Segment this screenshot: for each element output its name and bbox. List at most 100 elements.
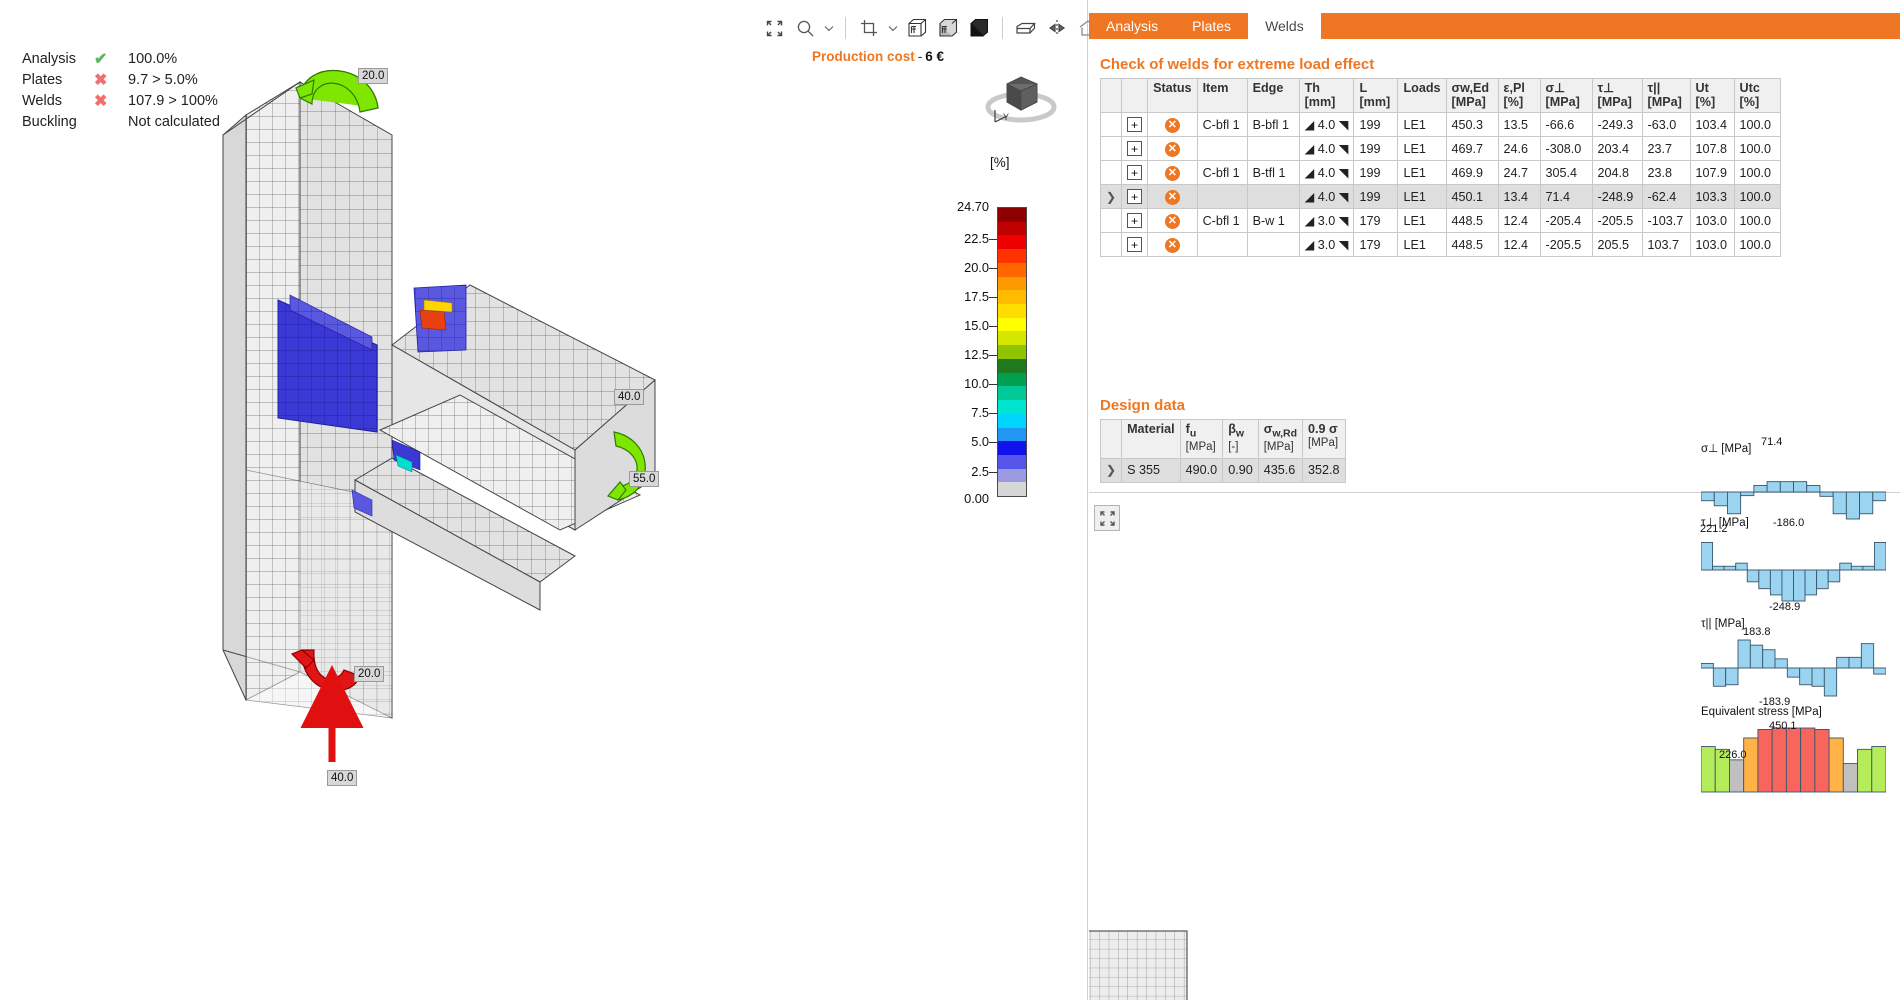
chevron-down-icon[interactable] [822, 14, 836, 42]
design-col-header[interactable]: σw,Rd[MPa] [1258, 420, 1302, 459]
welds-table[interactable]: StatusItemEdgeTh[mm]L[mm]Loadsσw,Ed[MPa]… [1100, 78, 1781, 257]
diagram-bar [1800, 668, 1812, 685]
row-plus-button[interactable]: + [1122, 113, 1148, 137]
table-row[interactable]: ❯S 355490.00.90435.6352.8 [1101, 458, 1346, 482]
cell-sigma-perp: -308.0 [1540, 137, 1592, 161]
cross-icon: ✖ [88, 91, 128, 111]
row-plus-button[interactable]: + [1122, 233, 1148, 257]
row-expand-chevron[interactable]: ❯ [1101, 185, 1122, 209]
design-col-header[interactable] [1101, 420, 1122, 459]
legend-tick-mark [989, 297, 997, 298]
diagram-bar [1775, 659, 1787, 668]
row-expand-chevron[interactable] [1101, 113, 1122, 137]
diagram-bar [1828, 570, 1840, 582]
cell-material: S 355 [1122, 458, 1181, 482]
cell-thickness: ◢ 4.0 ◥ [1299, 113, 1354, 137]
legend-band-2 [998, 235, 1026, 249]
cell-sigma-09: 352.8 [1303, 458, 1346, 482]
legend-tick-mark [989, 326, 997, 327]
welds-col-header[interactable]: L[mm] [1354, 79, 1398, 113]
cell-tau-parallel: 23.8 [1642, 161, 1690, 185]
row-expand-chevron[interactable] [1101, 209, 1122, 233]
row-plus-button[interactable]: + [1122, 137, 1148, 161]
row-expand-chevron[interactable]: ❯ [1101, 458, 1122, 482]
diagram-max-label-tau-par: 183.8 [1743, 626, 1771, 638]
solid-cube-icon[interactable] [965, 14, 993, 42]
tab-analysis[interactable]: Analysis [1089, 13, 1175, 39]
table-row[interactable]: ❯+✕ ◢ 4.0 ◥199LE1450.113.471.4-248.9-62.… [1101, 185, 1781, 209]
welds-col-header[interactable]: τ⊥[MPa] [1592, 79, 1642, 113]
summary-value-buckling: Not calculated [128, 114, 220, 130]
welds-col-header[interactable]: σw,Ed[MPa] [1446, 79, 1498, 113]
diagram-bar [1727, 492, 1740, 514]
cell-ut: 107.9 [1690, 161, 1734, 185]
cell-sigma-perp: 305.4 [1540, 161, 1592, 185]
design-col-header[interactable]: fu[MPa] [1180, 420, 1223, 459]
row-expand-chevron[interactable] [1101, 233, 1122, 257]
tab-plates[interactable]: Plates [1175, 13, 1248, 39]
table-row[interactable]: +✕ ◢ 3.0 ◥179LE1448.512.4-205.5205.5103.… [1101, 233, 1781, 257]
diagram-chart-tau-perp [1701, 531, 1886, 609]
design-col-header[interactable]: Material [1122, 420, 1181, 459]
welds-col-header[interactable]: ε,Pl[%] [1498, 79, 1540, 113]
table-row[interactable]: +✕ ◢ 4.0 ◥199LE1469.724.6-308.0203.423.7… [1101, 137, 1781, 161]
welds-col-header[interactable]: Utc[%] [1734, 79, 1780, 113]
welds-col-header[interactable] [1122, 79, 1148, 113]
design-col-header[interactable]: βw[-] [1223, 420, 1259, 459]
row-expand-chevron[interactable] [1101, 161, 1122, 185]
welds-col-header[interactable]: Loads [1398, 79, 1446, 113]
cell-item: C-bfl 1 [1197, 161, 1247, 185]
perspective-view-icon[interactable] [1012, 14, 1040, 42]
welds-col-header[interactable]: Status [1148, 79, 1198, 113]
welds-col-header[interactable] [1101, 79, 1122, 113]
results-tabbar[interactable]: Analysis Plates Welds [1089, 13, 1900, 39]
cell-sigma-perp: -66.6 [1540, 113, 1592, 137]
tab-welds[interactable]: Welds [1248, 13, 1321, 39]
load-label-moment-right: 40.0 [614, 389, 644, 405]
welds-col-header[interactable]: σ⊥[MPa] [1540, 79, 1592, 113]
view-toolbar[interactable] [760, 14, 1102, 42]
legend-tick-mark [989, 268, 997, 269]
load-label-moment-lower: 55.0 [629, 471, 659, 487]
row-expand-chevron[interactable] [1101, 137, 1122, 161]
welds-col-header[interactable]: Ut[%] [1690, 79, 1734, 113]
chevron-down-icon[interactable] [886, 14, 900, 42]
diagram-bar [1840, 563, 1852, 570]
welds-col-header[interactable]: Edge [1247, 79, 1299, 113]
load-label-force-bottom: 40.0 [327, 770, 357, 786]
diagram-min-label-tau-perp: -248.9 [1769, 601, 1800, 613]
diagram-bar [1849, 657, 1861, 668]
cell-length: 199 [1354, 185, 1398, 209]
welds-col-header[interactable]: Th[mm] [1299, 79, 1354, 113]
diagram-bar [1807, 485, 1820, 492]
row-plus-button[interactable]: + [1122, 209, 1148, 233]
cell-beta-w: 0.90 [1223, 458, 1259, 482]
design-col-header[interactable]: 0.9 σ[MPa] [1303, 420, 1346, 459]
design-data-table[interactable]: Materialfu[MPa]βw[-]σw,Rd[MPa]0.9 σ[MPa]… [1100, 419, 1346, 483]
diagram-max-label-tau-perp: 221.2 [1700, 523, 1728, 535]
weld-detail-view[interactable]: σ⊥ [MPa] 71.4 -186.0 τ⊥ [MPa] 221.2 -248… [1089, 493, 1900, 1000]
welds-col-header[interactable]: τ||[MPa] [1642, 79, 1690, 113]
diagram-bar [1833, 492, 1846, 514]
fit-to-screen-icon[interactable] [760, 14, 788, 42]
mirror-icon[interactable] [1043, 14, 1071, 42]
status-badge: ✕ [1148, 113, 1198, 137]
model-viewport[interactable]: Analysis ✔ 100.0% Plates ✖ 9.7 > 5.0% We… [0, 0, 1088, 1000]
orientation-viewcube[interactable]: Y [975, 62, 1067, 140]
row-plus-button[interactable]: + [1122, 185, 1148, 209]
crop-icon[interactable] [855, 14, 883, 42]
table-row[interactable]: +✕C-bfl 1B-bfl 1◢ 4.0 ◥199LE1450.313.5-6… [1101, 113, 1781, 137]
cell-ut: 107.8 [1690, 137, 1734, 161]
wireframe-cube-icon[interactable] [903, 14, 931, 42]
diagram-bar [1750, 645, 1762, 668]
table-row[interactable]: +✕C-bfl 1B-tfl 1◢ 4.0 ◥199LE1469.924.730… [1101, 161, 1781, 185]
magnifier-icon[interactable] [791, 14, 819, 42]
table-row[interactable]: +✕C-bfl 1B-w 1◢ 3.0 ◥179LE1448.512.4-205… [1101, 209, 1781, 233]
cell-item [1197, 185, 1247, 209]
welds-col-header[interactable]: Item [1197, 79, 1247, 113]
legend-tick-label: 15.0 [964, 318, 989, 333]
row-plus-button[interactable]: + [1122, 161, 1148, 185]
production-cost-value: 6 € [925, 49, 944, 64]
shaded-cube-icon[interactable] [934, 14, 962, 42]
cell-utc: 100.0 [1734, 185, 1780, 209]
